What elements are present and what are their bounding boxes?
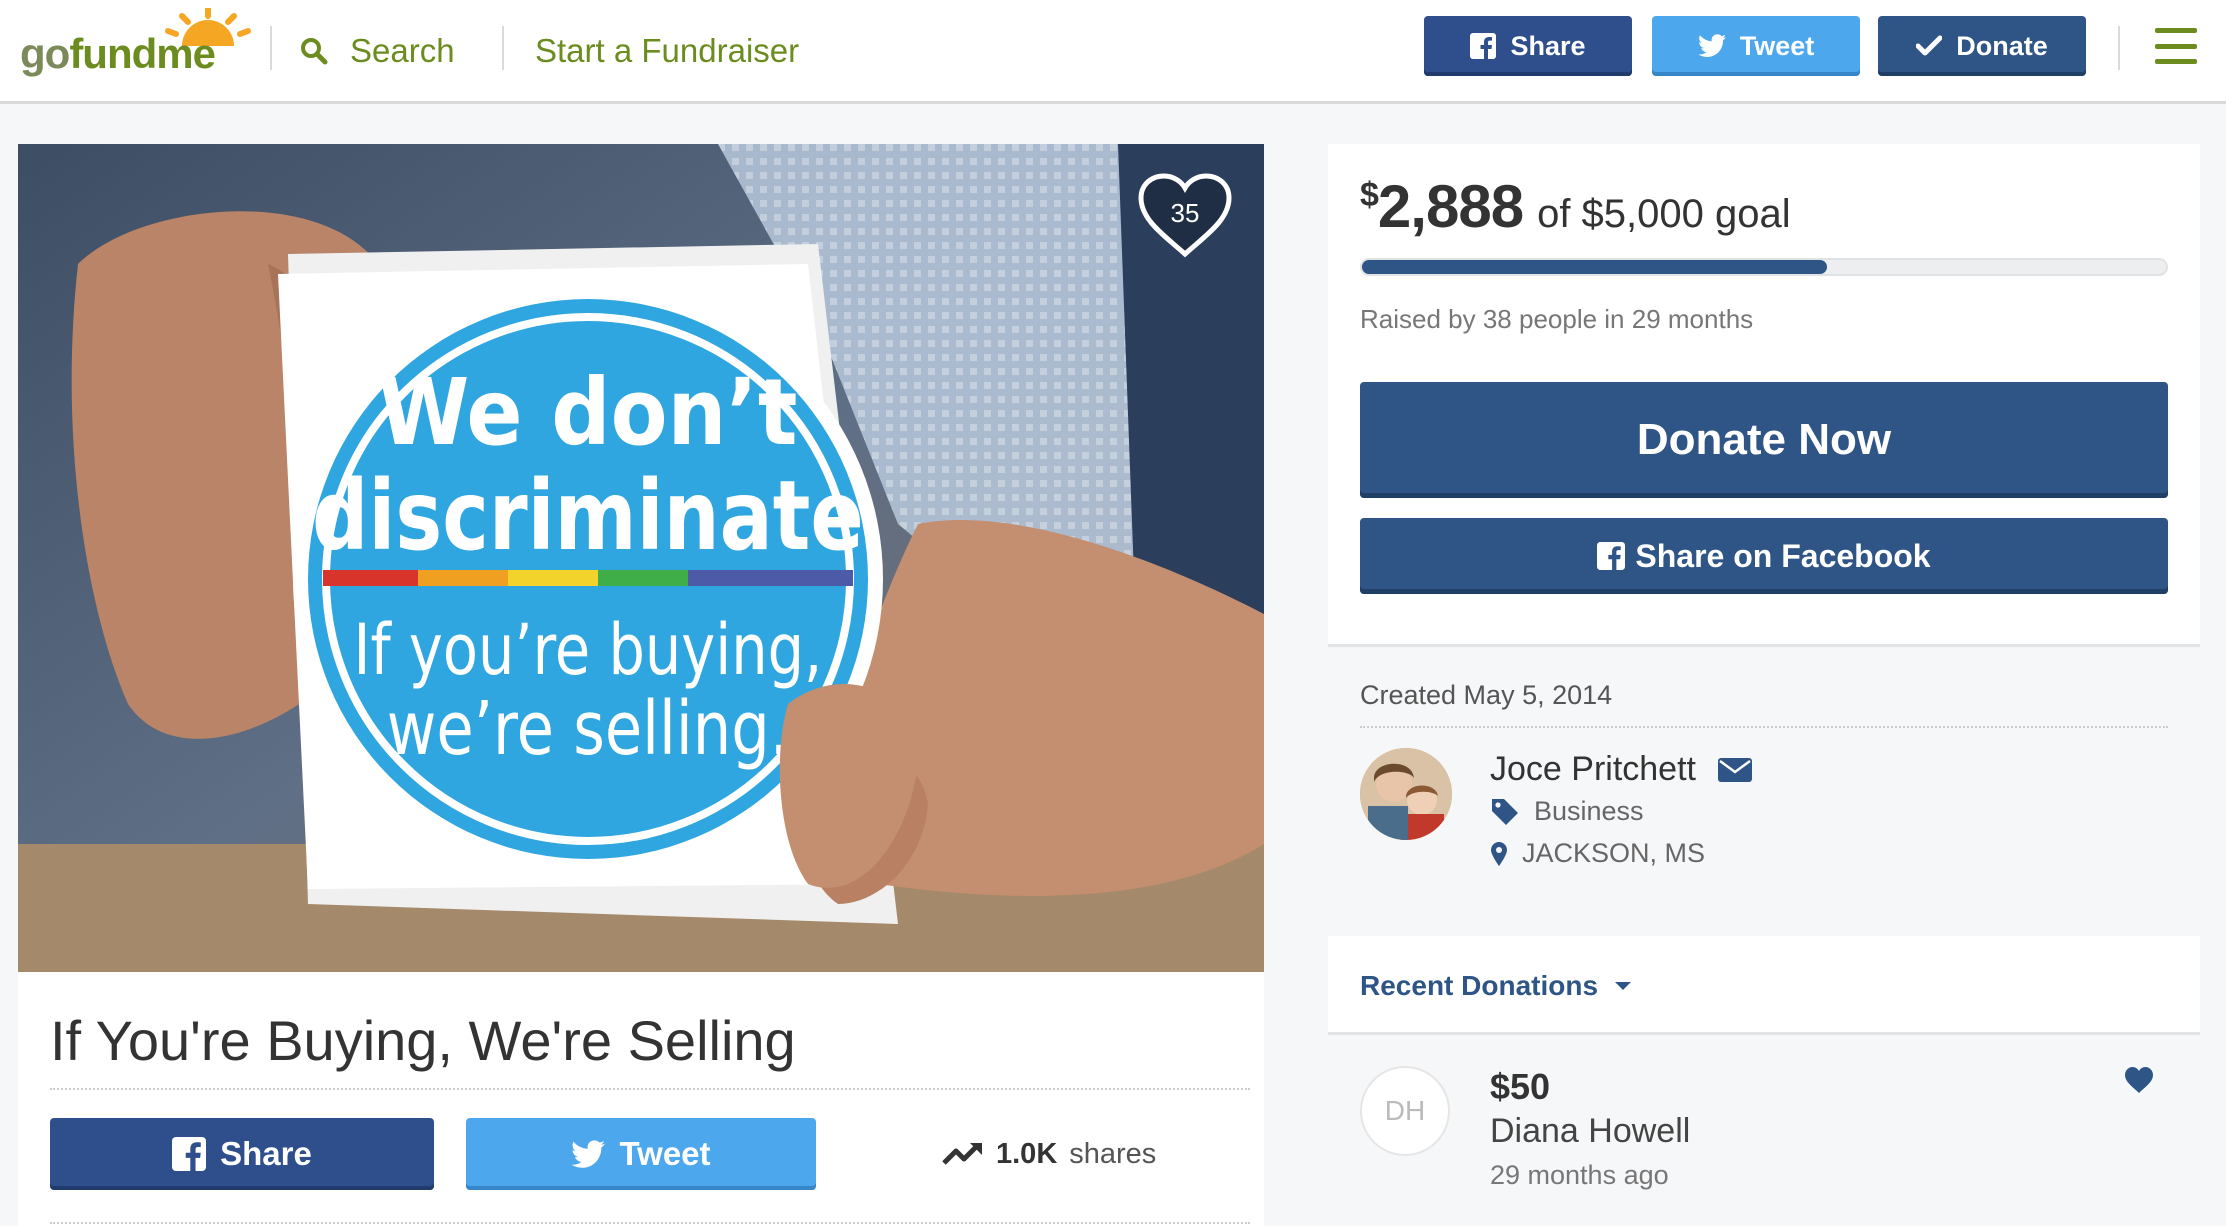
recent-donations-header: Recent Donations <box>1328 936 2200 1032</box>
divider <box>1360 726 2168 728</box>
organizer-name-row: Joce Pritchett <box>1490 750 1752 789</box>
organizer-category[interactable]: Business <box>1534 796 1644 827</box>
search-icon <box>301 38 328 65</box>
heart-count: 35 <box>1170 198 1200 228</box>
start-fundraiser-label: Start a Fundraiser <box>535 32 800 69</box>
caret-down-icon <box>1615 982 1632 990</box>
header-donate-label: Donate <box>1956 30 2048 61</box>
recent-donations-title: Recent Donations <box>1360 970 1599 1001</box>
sticker-line-1: We don’t <box>378 359 797 466</box>
shares-label: shares <box>1069 1137 1157 1170</box>
header-divider <box>2118 26 2120 70</box>
campaign-share-button[interactable]: Share <box>50 1118 434 1190</box>
trending-up-icon <box>942 1143 982 1165</box>
divider <box>50 1088 1250 1090</box>
campaign-info-card: If You're Buying, We're Selling Share Tw… <box>18 972 1264 1226</box>
hamburger-menu-icon[interactable] <box>2155 28 2197 64</box>
organizer-category-row: Business <box>1490 796 1644 827</box>
header-tweet-label: Tweet <box>1739 30 1815 61</box>
shares-count: 1.0K shares <box>942 1132 1156 1176</box>
donor-avatar: DH <box>1360 1066 1450 1156</box>
campaign-tweet-label: Tweet <box>619 1135 711 1172</box>
recent-donations-toggle[interactable]: Recent Donations <box>1360 970 1632 1002</box>
raised-summary: $2,888 of $5,000 goal <box>1360 172 1791 241</box>
envelope-icon[interactable] <box>1717 757 1752 782</box>
facebook-icon <box>1597 542 1626 570</box>
organizer-avatar[interactable] <box>1360 748 1452 840</box>
campaign-title: If You're Buying, We're Selling <box>50 1009 796 1072</box>
search-link[interactable]: Search <box>300 26 455 76</box>
donor-name: Diana Howell <box>1490 1112 1691 1150</box>
sticker-line-4: we’re selling. <box>387 685 789 771</box>
twitter-icon <box>571 1139 606 1168</box>
funding-card: $2,888 of $5,000 goal Raised by 38 peopl… <box>1328 144 2200 644</box>
facebook-icon <box>172 1137 207 1171</box>
campaign-tweet-button[interactable]: Tweet <box>466 1118 816 1190</box>
tag-icon <box>1492 798 1518 825</box>
organizer-location: JACKSON, MS <box>1522 838 1706 868</box>
shares-number: 1.0K <box>996 1137 1058 1170</box>
map-pin-icon <box>1491 841 1507 866</box>
checkmark-icon <box>1916 35 1943 56</box>
progress-fill <box>1362 260 1827 274</box>
funding-progress-bar <box>1360 258 2168 276</box>
header-tweet-button[interactable]: Tweet <box>1652 16 1860 76</box>
goal-text: of $5,000 goal <box>1537 192 1791 236</box>
sticker-line-3: If you’re buying, <box>354 611 823 692</box>
divider <box>50 1222 1250 1224</box>
start-fundraiser-link[interactable]: Start a Fundraiser <box>535 26 799 76</box>
gofundme-logo[interactable]: gofundme <box>20 8 251 98</box>
campaign-share-label: Share <box>220 1135 312 1172</box>
donate-now-button[interactable]: Donate Now <box>1360 382 2168 498</box>
heart-favorite-button[interactable]: 35 <box>1135 170 1235 260</box>
campaign-photo: We don’t discriminate If you’re buying, … <box>18 144 1264 972</box>
header-divider <box>270 26 272 70</box>
header-share-label: Share <box>1510 30 1586 61</box>
sticker-line-2: discriminate <box>312 460 864 572</box>
share-on-facebook-button[interactable]: Share on Facebook <box>1360 518 2168 594</box>
donation-time: 29 months ago <box>1490 1160 1669 1190</box>
share-on-facebook-label: Share on Facebook <box>1635 537 1931 574</box>
organizer-name[interactable]: Joce Pritchett <box>1490 750 1696 789</box>
donation-amount: $50 <box>1490 1066 1551 1107</box>
raised-amount: $2,888 <box>1360 173 1524 240</box>
logo-wordmark: gofundme <box>20 30 216 77</box>
raised-by-text: Raised by 38 people in 29 months <box>1360 304 1754 334</box>
organizer-photo <box>1360 748 1452 840</box>
campaign-hero-image: We don’t discriminate If you’re buying, … <box>18 144 1264 972</box>
facebook-icon <box>1470 33 1497 59</box>
heart-icon[interactable] <box>2124 1066 2154 1094</box>
search-label: Search <box>350 32 455 69</box>
top-header: gofundme Search Start a Fundraiser Share… <box>0 0 2226 104</box>
header-divider <box>502 26 504 70</box>
header-share-button[interactable]: Share <box>1424 16 1632 76</box>
organizer-location-row: JACKSON, MS <box>1490 838 1705 869</box>
twitter-icon <box>1697 34 1726 57</box>
header-donate-button[interactable]: Donate <box>1878 16 2086 76</box>
created-date: Created May 5, 2014 <box>1360 680 1613 710</box>
